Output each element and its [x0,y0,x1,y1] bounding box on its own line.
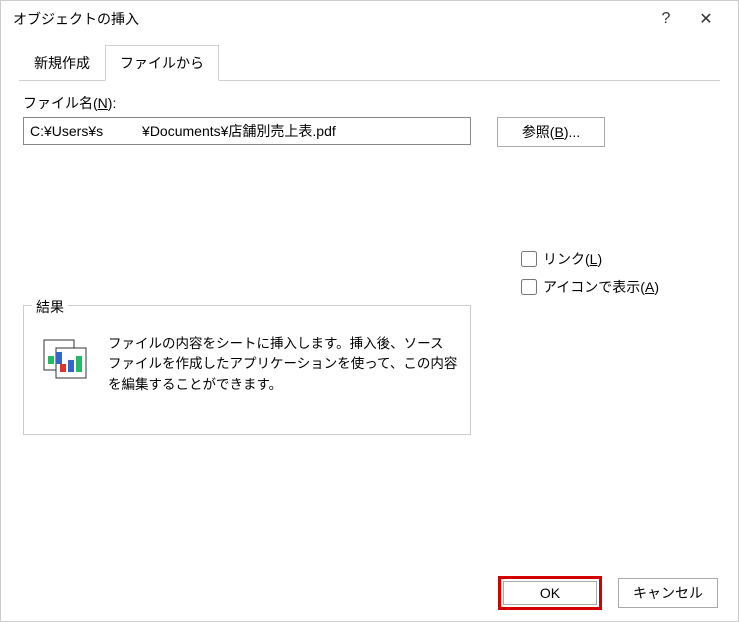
display-as-icon-checkbox[interactable] [521,279,537,295]
tab-from-file[interactable]: ファイルから [105,45,219,81]
display-as-icon-label: アイコンで表示(A) [543,277,659,297]
result-body: ファイルの内容をシートに挿入します。挿入後、ソース ファイルを作成したアプリケー… [36,322,458,395]
tab-strip: 新規作成 ファイルから [19,45,720,81]
file-section: ファイル名(N): 参照(B)... [19,93,720,147]
options-section: リンク(L) アイコンで表示(A) [521,249,659,305]
link-checkbox-row[interactable]: リンク(L) [521,249,659,269]
button-bar: OK キャンセル [1,565,738,621]
file-name-label: ファイル名(N): [23,93,716,113]
dialog-title: オブジェクトの挿入 [13,9,646,29]
close-button[interactable]: ✕ [686,4,726,34]
ok-highlight: OK [498,576,602,610]
dialog-content: 新規作成 ファイルから ファイル名(N): 参照(B)... リンク(L) [1,37,738,565]
titlebar: オブジェクトの挿入 ? ✕ [1,1,738,37]
file-name-input[interactable] [23,117,471,145]
ok-button[interactable]: OK [503,581,597,605]
browse-button[interactable]: 参照(B)... [497,117,605,147]
help-button[interactable]: ? [646,4,686,34]
link-label: リンク(L) [543,249,602,269]
cancel-button[interactable]: キャンセル [618,578,718,608]
insert-object-dialog: オブジェクトの挿入 ? ✕ 新規作成 ファイルから ファイル名(N): 参照(B… [0,0,739,622]
result-text: ファイルの内容をシートに挿入します。挿入後、ソース ファイルを作成したアプリケー… [108,334,458,395]
display-as-icon-checkbox-row[interactable]: アイコンで表示(A) [521,277,659,297]
embed-object-icon [42,334,88,380]
result-legend: 結果 [32,297,68,317]
tab-new[interactable]: 新規作成 [19,45,105,80]
link-checkbox[interactable] [521,251,537,267]
file-row: 参照(B)... [23,117,716,147]
result-group: 結果 ファイルの内容をシートに挿入します。挿入後、ソース ファイルを作成したアプ… [23,305,471,435]
